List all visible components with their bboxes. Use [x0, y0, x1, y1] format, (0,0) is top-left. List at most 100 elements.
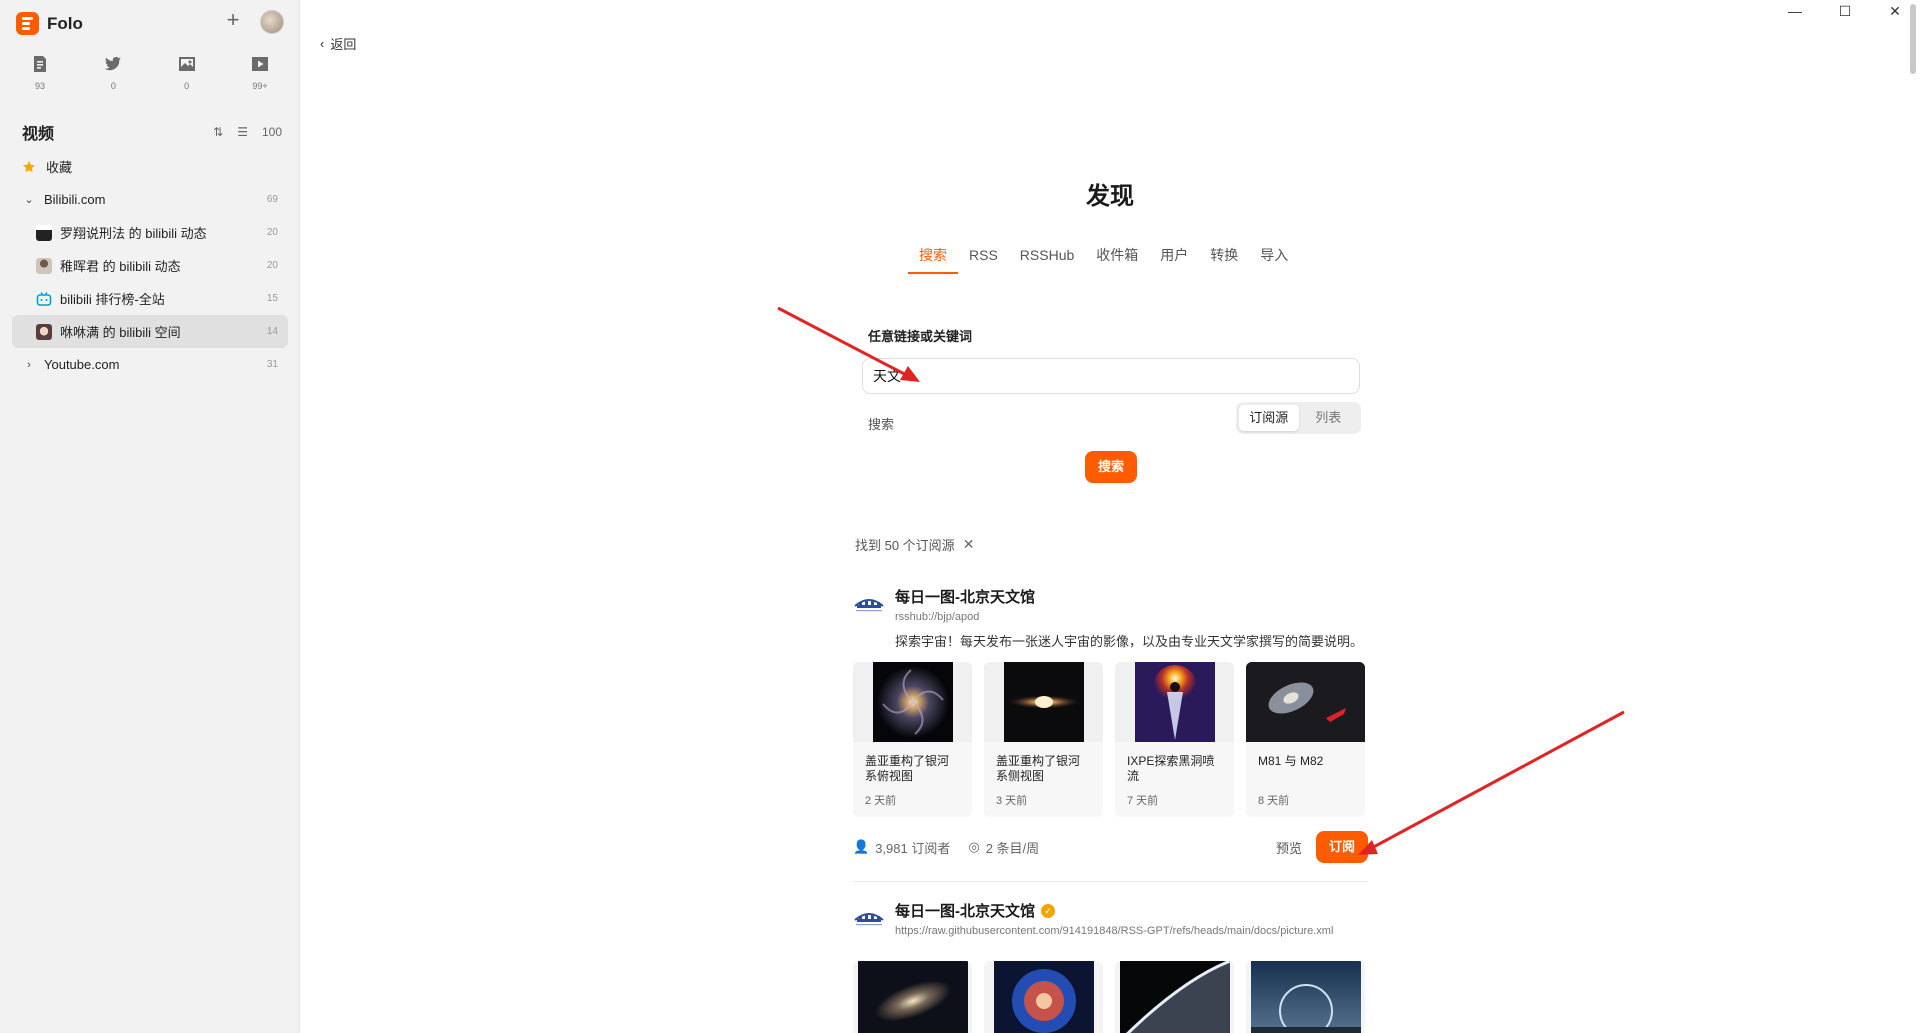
feed-name[interactable]: 每日一图-北京天文馆 [895, 900, 1035, 921]
planetarium-logo-icon [854, 913, 884, 926]
results-count-text: 找到 50 个订阅源 [855, 538, 955, 553]
back-button[interactable]: ‹ 返回 [320, 34, 356, 53]
verified-badge-icon: ✓ [1041, 903, 1055, 918]
user-icon: 👤 [853, 839, 870, 854]
chevron-right-icon[interactable]: › [22, 359, 36, 371]
app-name: Folo [47, 13, 83, 33]
entry-title: 盖亚重构了银河系俯视图 [865, 754, 950, 783]
sort-icon[interactable]: ⇅ [213, 125, 223, 139]
entry-card[interactable] [984, 961, 1103, 1033]
sidebar-item-luoxiang[interactable]: 罗翔说刑法 的 bilibili 动态 20 [12, 216, 288, 249]
view-articles[interactable]: 93 [12, 54, 68, 91]
entry-card[interactable] [1115, 961, 1234, 1033]
mode-feeds[interactable]: 订阅源 [1239, 405, 1299, 431]
black-hole-jet-image [1134, 662, 1215, 742]
tab-import[interactable]: 导入 [1249, 246, 1299, 274]
feed-avatar-icon [36, 257, 52, 274]
chevron-down-icon[interactable]: ⌄ [22, 193, 36, 206]
window-controls: — ☐ ✕ [1770, 0, 1920, 22]
view-pictures[interactable]: 0 [159, 54, 215, 91]
entry-card[interactable]: 盖亚重构了银河系侧视图 3 天前 [984, 662, 1103, 817]
feed-avatar-icon [36, 323, 52, 340]
entry-card[interactable] [1246, 961, 1365, 1033]
check-circle-icon: ◎ [968, 839, 980, 854]
tab-inbox[interactable]: 收件箱 [1085, 246, 1149, 274]
sidebar-item-label: bilibili 排行榜-全站 [60, 292, 165, 307]
view-count: 0 [110, 81, 116, 91]
view-social[interactable]: 0 [85, 54, 141, 91]
subscribe-button[interactable]: 订阅 [1316, 831, 1368, 863]
feed-result-card: 每日一图-北京天文馆 rsshub://bjp/apod 探索宇宙！每天发布一张… [853, 586, 1368, 882]
sidebar-item-zhihuijun[interactable]: 稚晖君 的 bilibili 动态 20 [12, 249, 288, 282]
sidebar: Folo + 93 0 0 99+ 视频 ⇅ ☰ 100 收藏 ⌄ Bilibi… [0, 0, 300, 1033]
feed-name[interactable]: 每日一图-北京天文馆 [895, 586, 1035, 607]
entry-previews [853, 961, 1368, 1033]
filter-icon[interactable]: ☰ [237, 125, 248, 139]
sidebar-folder-youtube[interactable]: › Youtube.com 31 [12, 348, 288, 381]
unread-count: 14 [266, 326, 278, 337]
annotation-arrow [1358, 710, 1625, 855]
discover-tabs: 搜索 RSS RSSHub 收件箱 用户 转换 导入 [908, 246, 1299, 274]
search-button[interactable]: 搜索 [1085, 451, 1137, 483]
add-icon[interactable]: + [222, 9, 244, 32]
entry-time: 3 天前 [996, 795, 1028, 807]
halo-sky-image [1250, 961, 1361, 1033]
user-avatar[interactable] [260, 10, 284, 34]
view-count: 0 [184, 81, 190, 91]
clear-results-icon[interactable]: ✕ [963, 536, 975, 553]
article-icon [34, 56, 46, 72]
tab-search[interactable]: 搜索 [908, 246, 958, 274]
entry-title: IXPE探索黑洞喷流 [1127, 754, 1215, 783]
sidebar-item-favorites[interactable]: 收藏 [12, 150, 288, 183]
picture-icon [178, 57, 195, 71]
maximize-button[interactable]: ☐ [1820, 0, 1870, 22]
sidebar-item-label: Bilibili.com [44, 192, 106, 207]
galaxy-image [857, 961, 968, 1033]
feed-avatar-icon [36, 224, 52, 241]
feed-result-card: 每日一图-北京天文馆 ✓ https://raw.githubuserconte… [853, 900, 1368, 1033]
sidebar-item-label: 咻咻满 的 bilibili 空间 [60, 325, 181, 340]
unread-count: 31 [266, 359, 278, 370]
search-field-label: 任意链接或关键词 [868, 329, 973, 344]
star-icon [23, 160, 35, 172]
entry-card[interactable]: 盖亚重构了银河系俯视图 2 天前 [853, 662, 972, 817]
preview-button[interactable]: 预览 [1276, 838, 1302, 857]
tab-transform[interactable]: 转换 [1199, 246, 1249, 274]
tab-rss[interactable]: RSS [958, 246, 1009, 274]
minimize-button[interactable]: — [1770, 0, 1820, 22]
sidebar-item-bilibili-ranking[interactable]: bilibili 排行榜-全站 15 [12, 282, 288, 315]
mode-lists[interactable]: 列表 [1299, 405, 1359, 431]
entry-card[interactable]: M81 与 M82 8 天前 [1246, 662, 1365, 817]
entry-card[interactable]: IXPE探索黑洞喷流 7 天前 [1115, 662, 1234, 817]
tab-rsshub[interactable]: RSSHub [1009, 246, 1085, 274]
view-videos[interactable]: 99+ [232, 54, 288, 91]
bilibili-tv-icon [36, 291, 52, 306]
section-title: 视频 [22, 126, 55, 143]
feed-url: rsshub://bjp/apod [895, 611, 980, 623]
section-header: 视频 ⇅ ☰ 100 [22, 120, 282, 144]
sidebar-item-xiuxiuman[interactable]: 咻咻满 的 bilibili 空间 14 [12, 315, 288, 348]
entry-card[interactable] [853, 961, 972, 1033]
sidebar-item-label: 收藏 [46, 160, 73, 175]
entry-time: 7 天前 [1127, 795, 1159, 807]
brand[interactable]: Folo [16, 12, 83, 35]
back-label: 返回 [330, 37, 357, 52]
divider [853, 881, 1368, 882]
entry-time: 8 天前 [1258, 795, 1290, 807]
sidebar-folder-bilibili[interactable]: ⌄ Bilibili.com 69 [12, 183, 288, 216]
folo-logo-icon [16, 12, 39, 35]
galaxy-side-view-image [1003, 662, 1084, 742]
entry-time: 2 天前 [865, 795, 897, 807]
unread-total: 100 [261, 125, 282, 139]
view-count: 93 [34, 81, 45, 91]
unread-count: 20 [266, 260, 278, 271]
m81-m82-image [1246, 662, 1365, 742]
video-icon [251, 57, 268, 71]
view-count: 99+ [252, 81, 268, 91]
view-switcher: 93 0 0 99+ [12, 54, 288, 91]
galaxy-top-view-image [872, 662, 953, 742]
tab-user[interactable]: 用户 [1149, 246, 1199, 274]
search-input[interactable] [862, 358, 1360, 394]
sidebar-item-label: Youtube.com [44, 357, 120, 372]
scrollbar[interactable] [1910, 4, 1916, 74]
